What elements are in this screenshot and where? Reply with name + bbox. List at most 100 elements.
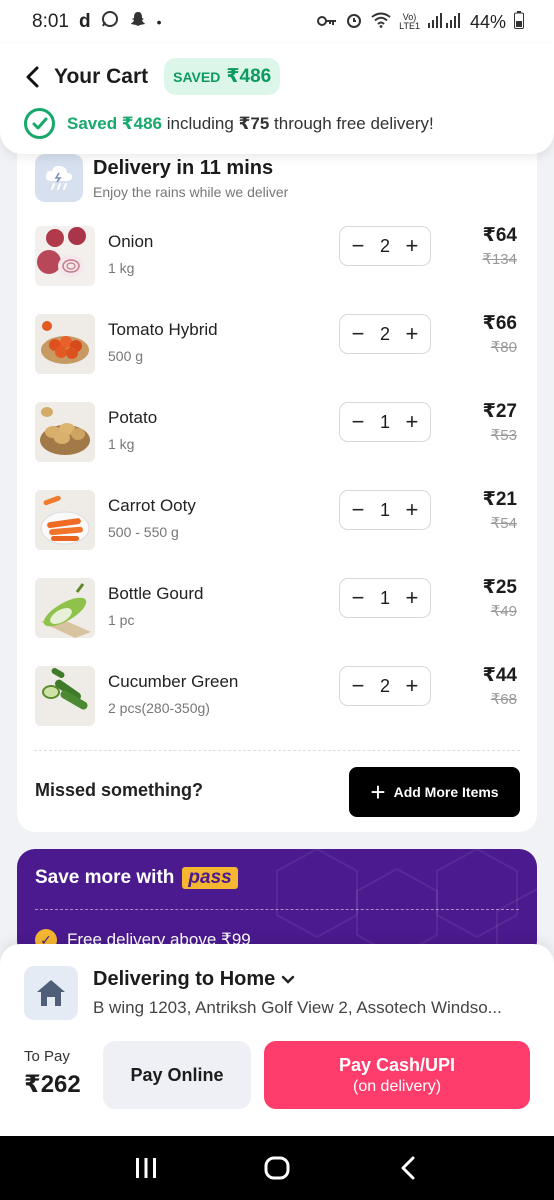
cart-header: Your Cart SAVED ₹486 Saved ₹486 includin… [0, 44, 554, 154]
dot-icon: • [156, 14, 162, 30]
whatsapp-icon [101, 10, 119, 34]
signal-icon [427, 12, 462, 33]
item-unit: 1 kg [108, 260, 135, 276]
quantity-stepper: − 2 + [339, 666, 431, 706]
delivery-title: Delivery in 11 mins [93, 156, 274, 179]
item-name: Potato [108, 408, 158, 427]
pass-title: Save more with [35, 867, 175, 888]
quantity-stepper: − 1 + [339, 578, 431, 618]
quantity-stepper: − 2 + [339, 314, 431, 354]
rain-cloud-icon [35, 154, 83, 202]
delivery-info: Delivery in 11 mins Enjoy the rains whil… [35, 154, 288, 202]
decrement-button[interactable]: − [349, 323, 367, 345]
key-icon [317, 12, 337, 33]
quantity-stepper: − 1 + [339, 402, 431, 442]
item-unit: 500 - 550 g [108, 524, 179, 540]
item-name: Bottle Gourd [108, 584, 204, 603]
quantity-value: 1 [379, 587, 390, 608]
status-bar: 8:01 d • Vo) LTE1 44% [0, 0, 554, 44]
alarm-icon [345, 11, 363, 34]
savings-banner: Saved ₹486 including ₹75 through free de… [24, 108, 434, 139]
carrot-image [35, 490, 95, 550]
cart-items-card: Delivery in 11 mins Enjoy the rains whil… [17, 150, 537, 832]
cucumber-image [35, 666, 95, 726]
cart-item-bottle-gourd: Bottle Gourd 1 pc − 1 + ₹25 ₹49 [35, 577, 525, 640]
to-pay-amount: ₹262 [24, 1071, 81, 1098]
increment-button[interactable]: + [403, 235, 421, 257]
increment-button[interactable]: + [403, 675, 421, 697]
pay-cash-sublabel: (on delivery) [352, 1077, 442, 1095]
home-button[interactable] [257, 1148, 297, 1188]
snapchat-icon [129, 10, 147, 34]
cart-item-tomato-hybrid: Tomato Hybrid 500 g − 2 + ₹66 ₹80 [35, 313, 525, 376]
cart-item-onion: Onion 1 kg − 2 + ₹64 ₹134 [35, 225, 525, 288]
bottle-gourd-image [35, 578, 95, 638]
checkout-sheet: Delivering to Home B wing 1203, Antriksh… [0, 944, 554, 1136]
item-price: ₹25 [482, 577, 517, 598]
item-name: Tomato Hybrid [108, 320, 218, 339]
decrement-button[interactable]: − [349, 675, 367, 697]
back-button[interactable] [18, 62, 48, 92]
add-more-items-label: Add More Items [393, 784, 499, 800]
quantity-stepper: − 2 + [339, 226, 431, 266]
decrement-button[interactable]: − [349, 235, 367, 257]
back-arrow-icon [26, 66, 39, 87]
item-price: ₹44 [482, 665, 517, 686]
savings-prefix: Saved ₹486 [67, 113, 163, 133]
pay-online-button[interactable]: Pay Online [103, 1041, 251, 1109]
missed-something-label: Missed something? [35, 780, 204, 800]
to-pay-label: To Pay [24, 1048, 70, 1065]
recent-apps-button[interactable] [126, 1148, 166, 1188]
pay-cash-upi-button[interactable]: Pay Cash/UPI (on delivery) [264, 1041, 530, 1109]
potato-image [35, 402, 95, 462]
saved-badge: SAVED ₹486 [164, 58, 281, 95]
back-nav-icon [401, 1156, 415, 1180]
status-time: 8:01 [32, 11, 69, 32]
item-name: Carrot Ooty [108, 496, 196, 515]
increment-button[interactable]: + [403, 587, 421, 609]
cart-item-cucumber-green: Cucumber Green 2 pcs(280-350g) − 2 + ₹44… [35, 665, 525, 728]
cart-item-potato: Potato 1 kg − 1 + ₹27 ₹53 [35, 401, 525, 464]
pass-divider [35, 909, 519, 910]
system-nav-bar [0, 1136, 554, 1200]
item-mrp: ₹68 [490, 691, 517, 708]
home-icon [24, 966, 78, 1020]
item-name: Cucumber Green [108, 672, 239, 691]
item-mrp: ₹54 [490, 515, 517, 532]
savings-suffix: through free delivery! [269, 113, 434, 133]
item-price: ₹21 [482, 489, 517, 510]
quantity-value: 2 [379, 323, 390, 344]
decrement-button[interactable]: − [349, 587, 367, 609]
check-circle-icon [24, 108, 55, 139]
battery-icon [514, 10, 524, 34]
notification-d-icon: d [78, 11, 91, 32]
delivery-address-selector[interactable]: Delivering to Home [93, 968, 295, 991]
increment-button[interactable]: + [403, 323, 421, 345]
delivery-subtitle: Enjoy the rains while we deliver [93, 183, 289, 200]
cart-item-carrot-ooty: Carrot Ooty 500 - 550 g − 1 + ₹21 ₹54 [35, 489, 525, 552]
item-price: ₹27 [482, 401, 517, 422]
saved-badge-label: SAVED [173, 68, 221, 85]
decrement-button[interactable]: − [349, 499, 367, 521]
decrement-button[interactable]: − [349, 411, 367, 433]
item-mrp: ₹134 [482, 251, 517, 268]
item-unit: 1 pc [108, 612, 135, 628]
recents-icon [135, 1158, 156, 1178]
address-line: B wing 1203, Antriksh Golf View 2, Assot… [93, 998, 502, 1017]
quantity-value: 1 [379, 411, 390, 432]
pay-online-label: Pay Online [130, 1064, 224, 1085]
pay-cash-label: Pay Cash/UPI [338, 1054, 456, 1075]
savings-middle: including [162, 113, 239, 133]
volte-icon: Vo) LTE1 [399, 12, 420, 31]
pass-promo-card[interactable]: Save more with pass ✓ Free delivery abov… [17, 849, 537, 959]
page-title: Your Cart [54, 64, 149, 88]
add-more-items-button[interactable]: + Add More Items [349, 767, 520, 817]
increment-button[interactable]: + [403, 499, 421, 521]
increment-button[interactable]: + [403, 411, 421, 433]
quantity-value: 2 [379, 675, 390, 696]
battery-level: 44% [469, 11, 506, 32]
wifi-icon [371, 12, 391, 33]
back-nav-button[interactable] [388, 1148, 428, 1188]
quantity-value: 2 [379, 235, 390, 256]
divider [34, 750, 520, 751]
